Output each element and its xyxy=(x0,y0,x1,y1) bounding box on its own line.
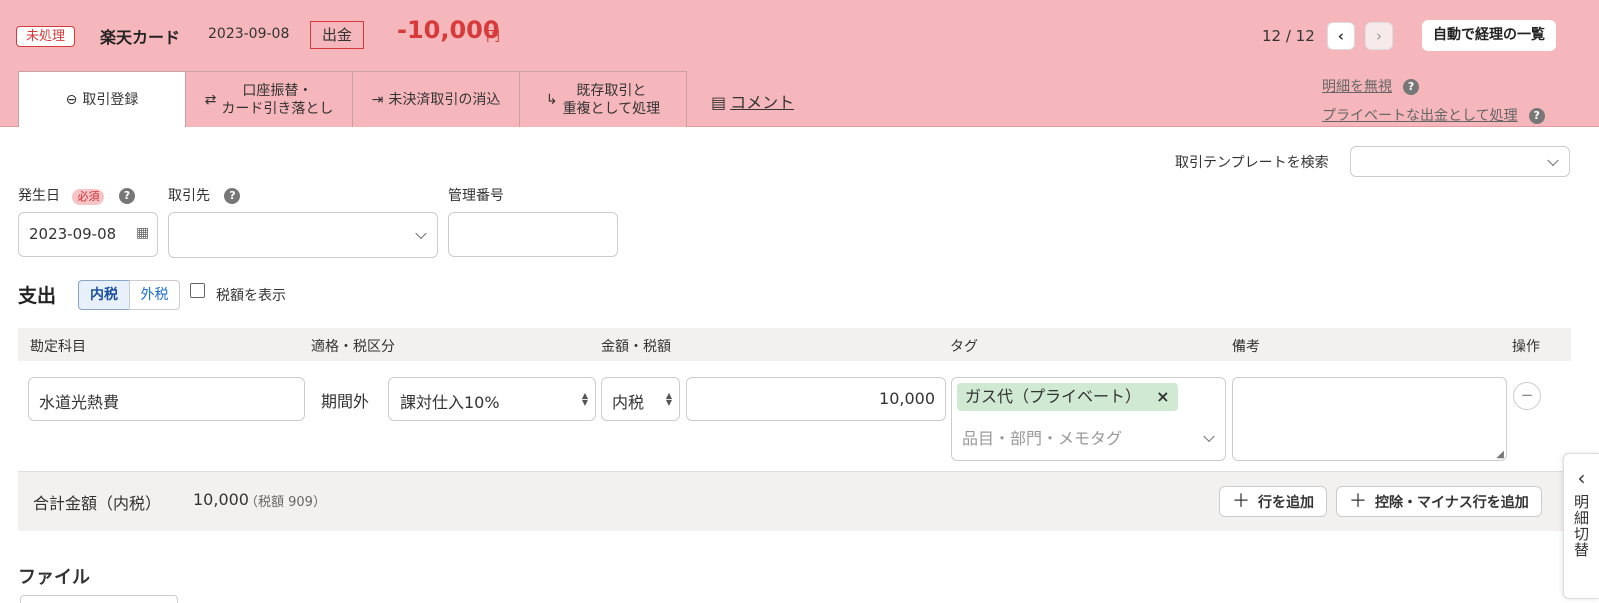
account-value: 水道光熱費 xyxy=(39,393,120,412)
transaction-date: 2023-09-08 xyxy=(208,26,290,42)
tax-mode-select[interactable]: 内税 ▲ ▼ xyxy=(601,377,680,421)
next-button[interactable]: › xyxy=(1365,22,1393,50)
partner-select[interactable] xyxy=(168,212,438,258)
tag-placeholder: 品目・部門・メモタグ xyxy=(962,429,1123,448)
plus-icon: ＋ xyxy=(1349,491,1367,512)
statement-switch-label: 明細切替 xyxy=(1572,494,1590,558)
date-field[interactable]: 2023-09-08 ▦ xyxy=(18,212,158,257)
tab-register[interactable]: ⊖ 取引登録 xyxy=(18,71,186,127)
comment-link[interactable]: ▤ コメント xyxy=(711,89,794,113)
private-expense-link[interactable]: プライベートな出金として処理 xyxy=(1322,108,1518,124)
select-arrows-icon: ▲ ▼ xyxy=(665,391,672,407)
tag-chip-label: ガス代（プライベート） xyxy=(965,387,1142,406)
close-icon[interactable]: × xyxy=(1156,387,1169,406)
expense-heading: 支出 xyxy=(18,285,57,307)
show-tax-checkbox[interactable] xyxy=(190,283,205,298)
help-icon[interactable]: ? xyxy=(1528,107,1545,124)
calendar-icon[interactable]: ▦ xyxy=(136,225,149,241)
qualified-status: 期間外 xyxy=(321,392,370,411)
header-tax-class: 適格・税区分 xyxy=(311,339,395,355)
tab-transfer[interactable]: ⇄ 口座振替・ カード引き落とし xyxy=(185,71,353,127)
chevron-down-icon xyxy=(1547,154,1559,166)
tab-label: 未決済取引の消込 xyxy=(388,91,501,108)
total-amount: 10,000 xyxy=(193,490,249,509)
tax-excluded-toggle[interactable]: 外税 xyxy=(129,280,180,310)
account-input[interactable]: 水道光熱費 xyxy=(28,377,305,421)
tab-unsettled[interactable]: ⇥ 未決済取引の消込 xyxy=(352,71,520,127)
amount-value: 10,000 xyxy=(879,389,935,408)
direction-badge: 出金 xyxy=(310,21,365,49)
amount-unit: 円 xyxy=(486,29,500,45)
card-name: 楽天カード xyxy=(100,28,181,47)
header-memo: 備考 xyxy=(1232,339,1260,355)
chevron-left-icon: ‹ xyxy=(1577,466,1586,490)
date-label-row: 発生日 必須 ? xyxy=(18,185,135,205)
ignore-link-row: 明細を無視 ? xyxy=(1322,76,1420,96)
file-heading: ファイル xyxy=(18,567,90,588)
journal-table-header: 勘定科目 適格・税区分 金額・税額 タグ 備考 操作 xyxy=(18,328,1571,361)
swap-arrows-icon: ⇄ xyxy=(204,91,217,108)
help-icon[interactable]: ? xyxy=(224,188,241,204)
date-label: 発生日 xyxy=(18,188,60,204)
help-icon[interactable]: ? xyxy=(118,188,135,204)
statement-switch-tab[interactable]: ‹ 明細切替 xyxy=(1563,453,1599,599)
auto-list-button[interactable]: 自動で経理の一覧 xyxy=(1422,20,1556,51)
help-icon[interactable]: ? xyxy=(1403,78,1420,95)
header-amount-tax: 金額・税額 xyxy=(601,339,671,355)
transaction-amount: -10,000 xyxy=(397,16,500,44)
minus-icon: − xyxy=(1520,386,1534,404)
remove-row-button[interactable]: − xyxy=(1513,382,1541,410)
date-value: 2023-09-08 xyxy=(29,225,117,243)
mgmt-number-input[interactable] xyxy=(448,212,618,257)
chevron-down-icon xyxy=(415,227,427,240)
memo-textarea[interactable]: ◢ xyxy=(1232,377,1507,461)
add-row-button[interactable]: ＋行を追加 xyxy=(1219,486,1327,517)
show-tax-label: 税額を表示 xyxy=(216,288,286,304)
tag-chip: ガス代（プライベート） × xyxy=(957,383,1178,411)
template-search-label: 取引テンプレートを検索 xyxy=(1175,155,1329,171)
total-label: 合計金額（内税） xyxy=(33,494,162,513)
tax-category-value: 課対仕入10% xyxy=(400,393,500,412)
minus-circle-icon: ⊖ xyxy=(65,91,78,108)
partner-label: 取引先 xyxy=(168,188,210,204)
merge-icon: ⇥ xyxy=(371,91,384,108)
tab-label: 取引登録 xyxy=(82,91,139,108)
mgmt-number-label: 管理番号 xyxy=(448,188,504,204)
chevron-down-icon xyxy=(1203,430,1215,443)
chevron-right-icon: › xyxy=(1376,27,1382,45)
select-arrows-icon: ▲ ▼ xyxy=(581,391,588,407)
amount-input[interactable]: 10,000 xyxy=(686,377,946,421)
tax-included-toggle[interactable]: 内税 xyxy=(78,280,130,310)
private-link-row: プライベートな出金として処理 ? xyxy=(1322,105,1545,125)
total-tax-note: （税額 909） xyxy=(245,495,326,510)
split-arrow-icon: ↳ xyxy=(545,91,558,108)
pager-count: 12 / 12 xyxy=(1262,27,1315,45)
partner-label-row: 取引先 ? xyxy=(168,185,241,205)
file-dropzone[interactable] xyxy=(20,595,178,603)
required-badge: 必須 xyxy=(72,189,105,205)
chevron-left-icon: ‹ xyxy=(1337,27,1345,45)
resize-handle-icon[interactable]: ◢ xyxy=(1496,449,1504,460)
tab-label: 既存取引と 重複として処理 xyxy=(562,82,661,117)
header-ops: 操作 xyxy=(1512,339,1540,355)
header-account: 勘定科目 xyxy=(30,339,86,355)
comment-icon: ▤ xyxy=(711,93,727,112)
template-search-select[interactable] xyxy=(1350,146,1570,177)
tab-label: 口座振替・ カード引き落とし xyxy=(221,82,334,117)
prev-button[interactable]: ‹ xyxy=(1327,22,1355,50)
tax-category-select[interactable]: 課対仕入10% ▲ ▼ xyxy=(388,377,596,421)
add-minus-row-button[interactable]: ＋控除・マイナス行を追加 xyxy=(1336,486,1542,517)
tab-duplicate[interactable]: ↳ 既存取引と 重複として処理 xyxy=(519,71,687,127)
plus-icon: ＋ xyxy=(1232,491,1250,512)
status-badge: 未処理 xyxy=(16,26,76,47)
header-tag: タグ xyxy=(950,339,978,355)
tax-mode-value: 内税 xyxy=(612,393,645,412)
ignore-link[interactable]: 明細を無視 xyxy=(1322,79,1392,95)
